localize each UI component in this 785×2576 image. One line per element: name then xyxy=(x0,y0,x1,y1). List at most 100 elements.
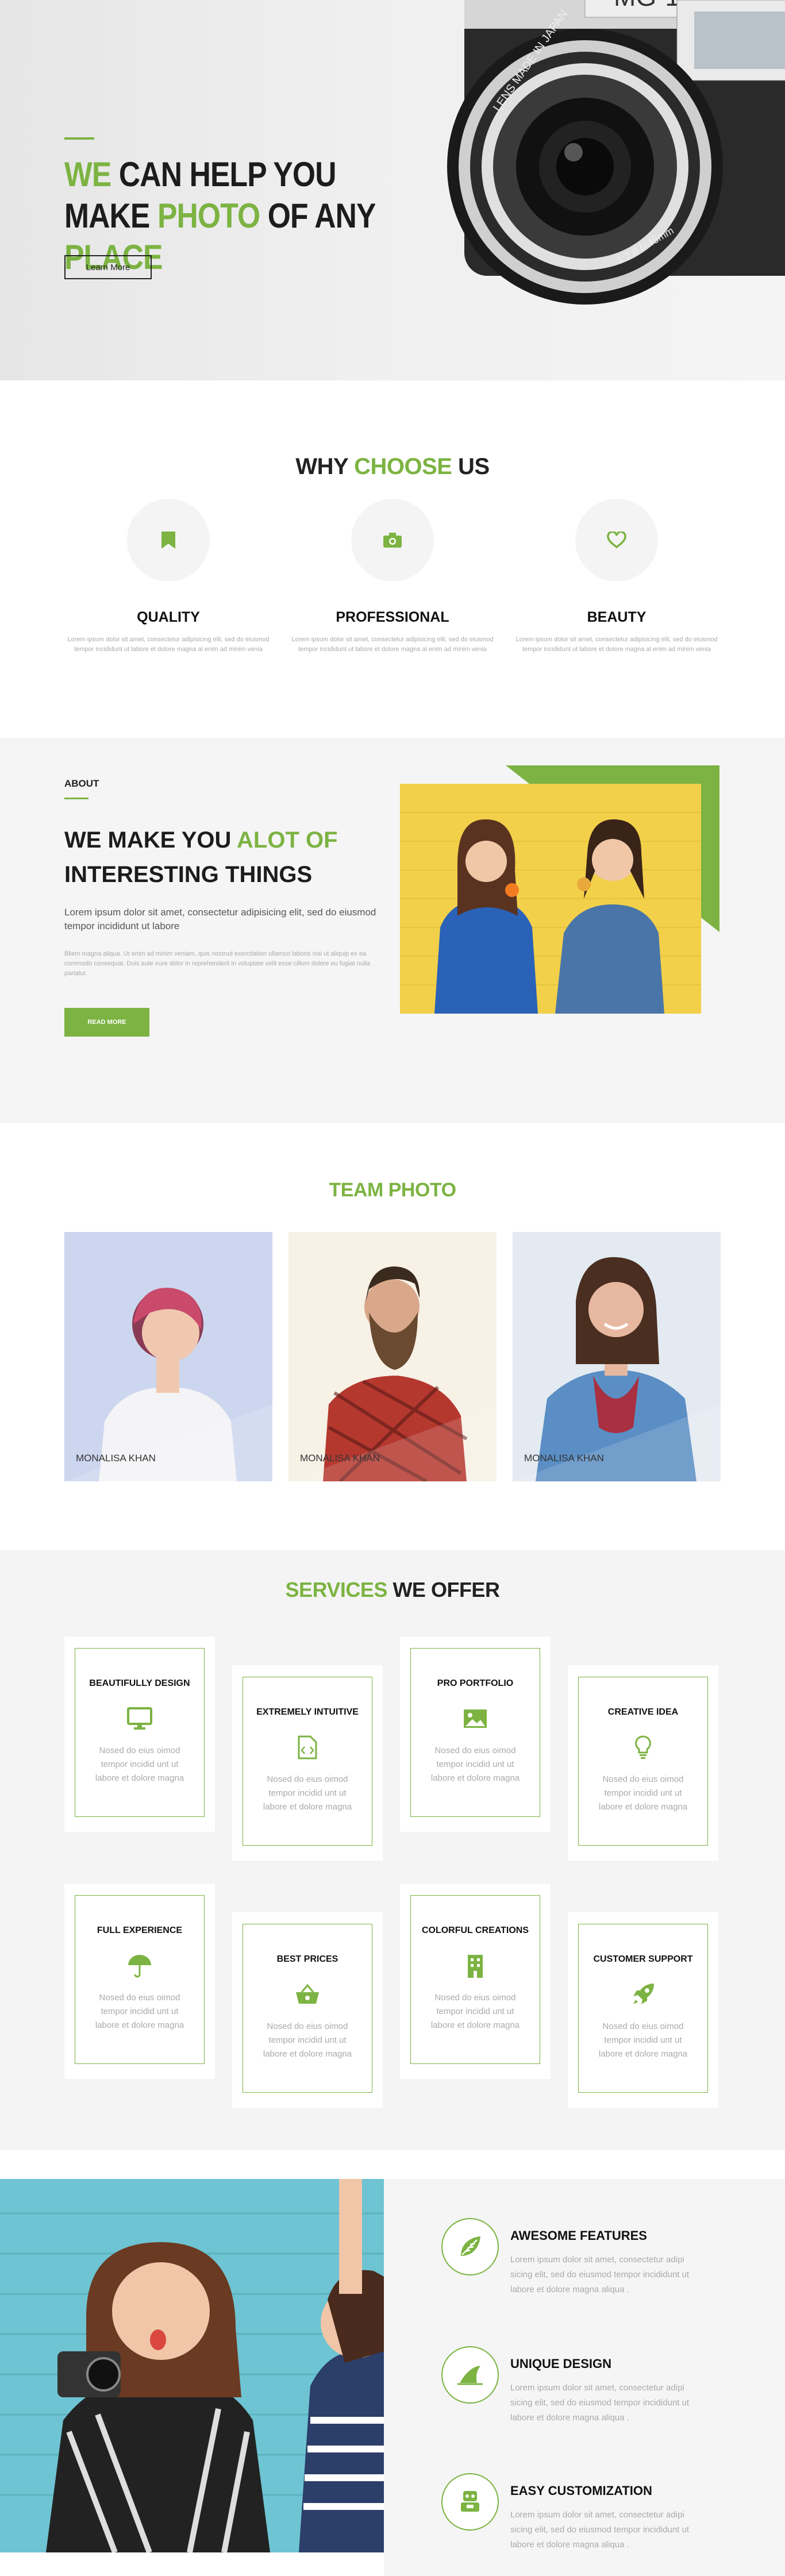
service-card[interactable]: CUSTOMER SUPPORT Nosed do eius oimod tem… xyxy=(568,1912,718,2108)
rocket-icon xyxy=(629,1981,657,2008)
service-card-frame: COLORFUL CREATIONS Nosed do eius oimod t… xyxy=(410,1895,540,2064)
team-section: TEAM PHOTO MONALISA KHAN MONALISA KHAN M… xyxy=(0,1123,785,1550)
service-text: Nosed do eius oimod tempor incidid unt u… xyxy=(430,1746,520,1783)
hero-title-text: CAN HELP YOU xyxy=(111,155,337,194)
feature-label: QUALITY xyxy=(137,609,200,625)
team-member-photo xyxy=(64,1232,272,1481)
why-title-text: US xyxy=(452,454,490,479)
about-photo xyxy=(400,784,701,1014)
service-title: EXTREMELY INTUITIVE xyxy=(256,1707,359,1717)
hero-title-text: MAKE xyxy=(64,197,157,235)
heart-icon xyxy=(607,532,626,549)
about-section: ABOUT WE MAKE YOU ALOT OF INTERESTING TH… xyxy=(0,738,785,1123)
leaf-icon xyxy=(441,2218,499,2275)
services-title-word: SERVICES xyxy=(285,1578,388,1601)
feature-circle xyxy=(575,499,658,582)
feature-item: AWESOME FEATURES Lorem ipsum dolor sit a… xyxy=(441,2213,740,2305)
bookmark-icon xyxy=(161,532,175,549)
feature-item-title: AWESOME FEATURES xyxy=(510,2228,647,2243)
read-more-button[interactable]: READ MORE xyxy=(64,1008,149,1037)
building-icon xyxy=(461,1952,489,1980)
service-card[interactable]: BEAUTIFULLY DESIGN Nosed do eius oimod t… xyxy=(64,1637,215,1832)
service-text: Nosed do eius oimod tempor incidid unt u… xyxy=(598,1774,688,1812)
feature-text: Lorem ipsum dolor sit amet, consectetur … xyxy=(291,636,494,653)
team-member-name: MONALISA KHAN xyxy=(524,1453,604,1464)
about-title-text: WE MAKE YOU xyxy=(64,827,237,853)
about-body-text: Bliem magna aliqua. Ut enim ad minim ven… xyxy=(64,950,370,977)
feature-professional: PROFESSIONAL Lorem ipsum dolor sit amet,… xyxy=(286,499,499,654)
service-title: BEAUTIFULLY DESIGN xyxy=(89,1678,190,1688)
feature-label: PROFESSIONAL xyxy=(336,609,449,625)
service-text: Nosed do eius oimod tempor incidid unt u… xyxy=(95,1993,184,2030)
feature-item-text: Lorem ipsum dolor sit amet, consectetur … xyxy=(510,2255,690,2294)
service-card-frame: FULL EXPERIENCE Nosed do eius oimod temp… xyxy=(75,1895,205,2064)
feature-item: EASY CUSTOMIZATION Lorem ipsum dolor sit… xyxy=(441,2469,740,2560)
team-member-card[interactable]: MONALISA KHAN xyxy=(513,1232,721,1481)
services-title: SERVICES WE OFFER xyxy=(0,1578,785,1602)
service-card-frame: EXTREMELY INTUITIVE Nosed do eius oimod … xyxy=(243,1677,372,1846)
lightbulb-icon xyxy=(629,1734,657,1761)
features-photo-illustration xyxy=(0,2179,384,2552)
service-card[interactable]: EXTREMELY INTUITIVE Nosed do eius oimod … xyxy=(232,1665,383,1861)
team-title: TEAM PHOTO xyxy=(329,1179,456,1201)
service-title: CUSTOMER SUPPORT xyxy=(593,1954,693,1964)
feature-circle xyxy=(351,499,434,582)
feature-item-title: EASY CUSTOMIZATION xyxy=(510,2483,652,2498)
service-card-frame: BEST PRICES Nosed do eius oimod tempor i… xyxy=(243,1924,372,2093)
feature-text: Lorem ipsum dolor sit amet, consectetur … xyxy=(515,636,718,653)
feature-beauty: BEAUTY Lorem ipsum dolor sit amet, conse… xyxy=(510,499,723,654)
monitor-icon xyxy=(126,1705,153,1732)
camera-model-text: MG-1 xyxy=(614,0,680,11)
feature-quality: QUALITY Lorem ipsum dolor sit amet, cons… xyxy=(62,499,275,654)
code-file-icon xyxy=(294,1734,321,1761)
service-card-frame: PRO PORTFOLIO Nosed do eius oimod tempor… xyxy=(410,1648,540,1817)
about-title: WE MAKE YOU ALOT OF INTERESTING THINGS xyxy=(64,823,338,892)
service-card-frame: CUSTOMER SUPPORT Nosed do eius oimod tem… xyxy=(578,1924,708,2093)
service-card-frame: BEAUTIFULLY DESIGN Nosed do eius oimod t… xyxy=(75,1648,205,1817)
basket-icon xyxy=(294,1981,321,2008)
shark-fin-icon xyxy=(441,2346,499,2404)
about-title-word: ALOT OF xyxy=(237,827,338,853)
about-label: ABOUT xyxy=(64,778,99,789)
service-title: PRO PORTFOLIO xyxy=(437,1678,514,1688)
service-card[interactable]: PRO PORTFOLIO Nosed do eius oimod tempor… xyxy=(400,1637,551,1832)
camera-image: MG-1 LENS MADE IN JAPAN 1:2.8 f=45mm xyxy=(447,0,785,305)
service-card[interactable]: COLORFUL CREATIONS Nosed do eius oimod t… xyxy=(400,1884,551,2079)
service-text: Nosed do eius oimod tempor incidid unt u… xyxy=(430,1993,520,2030)
why-choose-section: WHY CHOOSE US QUALITY Lorem ipsum dolor … xyxy=(0,380,785,738)
feature-item: UNIQUE DESIGN Lorem ipsum dolor sit amet… xyxy=(441,2342,740,2433)
service-card[interactable]: BEST PRICES Nosed do eius oimod tempor i… xyxy=(232,1912,383,2108)
service-text: Nosed do eius oimod tempor incidid unt u… xyxy=(598,2021,688,2059)
why-title-word: CHOOSE xyxy=(354,454,452,479)
service-title: BEST PRICES xyxy=(276,1954,338,1964)
services-section: SERVICES WE OFFER BEAUTIFULLY DESIGN Nos… xyxy=(0,1550,785,2150)
about-photo-illustration xyxy=(400,784,701,1014)
service-title: CREATIVE IDEA xyxy=(607,1707,679,1717)
service-card[interactable]: CREATIVE IDEA Nosed do eius oimod tempor… xyxy=(568,1665,718,1861)
about-underline xyxy=(64,798,88,799)
image-icon xyxy=(461,1705,489,1732)
feature-item-text: Lorem ipsum dolor sit amet, consectetur … xyxy=(510,2383,690,2423)
about-subtitle: Lorem ipsum dolor sit amet, consectetur … xyxy=(64,907,376,931)
hero-accent-line xyxy=(64,137,94,140)
feature-circle xyxy=(127,499,210,582)
service-card[interactable]: FULL EXPERIENCE Nosed do eius oimod temp… xyxy=(64,1884,215,2079)
learn-more-button[interactable]: Learn More xyxy=(64,255,152,279)
team-member-card[interactable]: MONALISA KHAN xyxy=(288,1232,497,1481)
team-member-photo xyxy=(513,1232,721,1481)
about-title-text: INTERESTING THINGS xyxy=(64,862,313,887)
feature-item-text: Lorem ipsum dolor sit amet, consectetur … xyxy=(510,2510,690,2550)
services-title-text: WE OFFER xyxy=(387,1578,500,1601)
umbrella-icon xyxy=(126,1952,153,1980)
service-text: Nosed do eius oimod tempor incidid unt u… xyxy=(263,1774,352,1812)
team-member-card[interactable]: MONALISA KHAN xyxy=(64,1232,272,1481)
feature-item-title: UNIQUE DESIGN xyxy=(510,2356,612,2371)
robot-icon xyxy=(441,2473,499,2531)
feature-text: Lorem ipsum dolor sit amet, consectetur … xyxy=(67,636,270,653)
hero-title-text: OF ANY xyxy=(260,197,376,235)
hero-title-word: PHOTO xyxy=(157,197,260,235)
team-member-name: MONALISA KHAN xyxy=(300,1453,380,1464)
service-text: Nosed do eius oimod tempor incidid unt u… xyxy=(263,2021,352,2059)
service-title: COLORFUL CREATIONS xyxy=(421,1926,529,1935)
service-card-frame: CREATIVE IDEA Nosed do eius oimod tempor… xyxy=(578,1677,708,1846)
